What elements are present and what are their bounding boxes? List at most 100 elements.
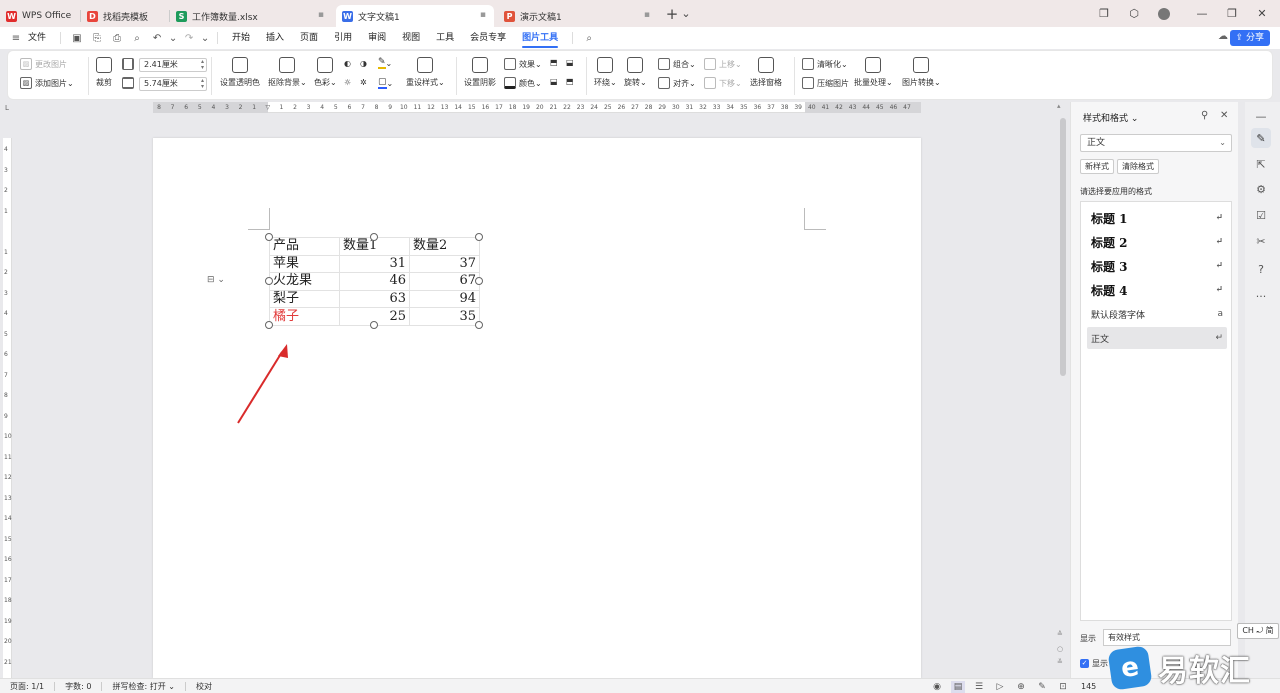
effects-button[interactable]: 效果 ⌄ <box>504 58 542 70</box>
zoom-level[interactable]: 145 <box>1081 682 1096 691</box>
table-cell[interactable]: 产品 <box>269 237 340 256</box>
print-preview-icon[interactable]: ⌕ <box>129 30 145 46</box>
page-view-icon[interactable]: ▤ <box>951 680 965 693</box>
more-icon[interactable]: ··· <box>1251 286 1271 306</box>
web-view-icon[interactable]: ⊕ <box>1014 681 1028 693</box>
pin-icon[interactable]: ⚲ <box>1201 110 1208 121</box>
selection-pane-button[interactable]: 选择窗格 <box>750 57 782 88</box>
width-input[interactable]: 5.74厘米 ▴ ▾ <box>139 77 207 91</box>
menu-review[interactable]: 审阅 <box>360 27 394 49</box>
collapse-icon[interactable]: — <box>1251 106 1271 126</box>
resize-handle[interactable] <box>370 233 378 241</box>
menu-member[interactable]: 会员专享 <box>462 27 514 49</box>
crop-button[interactable]: 裁剪 <box>96 57 112 88</box>
menu-page[interactable]: 页面 <box>292 27 326 49</box>
shadow-up-icon[interactable]: ⬒ <box>550 58 558 67</box>
border-color-button[interactable]: ▢ ⌄ <box>378 77 393 89</box>
share-button[interactable]: ⇪ 分享 <box>1229 30 1270 46</box>
redo-icon[interactable]: ↷ <box>181 30 197 46</box>
search-icon[interactable]: ⌕ <box>581 30 597 46</box>
brightness-up-icon[interactable]: ☼ <box>344 78 351 87</box>
table-options-icon[interactable]: ⊟ ⌄ <box>207 275 225 285</box>
set-transparent-button[interactable]: 设置透明色 <box>220 57 260 88</box>
property-icon[interactable]: ⚙ <box>1251 179 1271 199</box>
change-picture-button[interactable]: ▨ 更改图片 <box>20 58 67 70</box>
tab-spreadsheet[interactable]: S 工作簿数量.xlsx ▪ <box>170 5 332 27</box>
ime-indicator[interactable]: CH ⤾ 简 <box>1237 623 1279 639</box>
doc-check-icon[interactable]: ☑ <box>1251 205 1271 225</box>
group-button[interactable]: 组合 ⌄ <box>658 58 696 70</box>
outline-color-button[interactable]: ✎ ⌄ <box>378 57 392 69</box>
fit-page-icon[interactable]: ⊡ <box>1056 681 1070 693</box>
show-preview-checkbox[interactable]: ✓ 显示 <box>1080 658 1108 669</box>
hamburger-icon[interactable]: ≡ <box>8 30 24 46</box>
clear-format-button[interactable]: 清除格式 <box>1117 159 1159 174</box>
cloud-sync-icon[interactable]: ☁ <box>1218 31 1228 42</box>
table-cell[interactable]: 46 <box>339 272 410 291</box>
menu-references[interactable]: 引用 <box>326 27 360 49</box>
menu-tools[interactable]: 工具 <box>428 27 462 49</box>
wrap-button[interactable]: 环绕⌄ <box>594 57 617 88</box>
data-table[interactable]: 产品 数量1 数量2 苹果 31 37 火龙果 46 67 梨子 63 94 橘… <box>269 237 480 326</box>
restore-icon[interactable]: ❐ <box>1220 4 1244 24</box>
table-cell[interactable]: 火龙果 <box>269 272 340 291</box>
save-icon[interactable]: ▣ <box>69 30 85 46</box>
table-cell[interactable]: 梨子 <box>269 289 340 309</box>
tab-list-button[interactable]: ⌄ <box>680 4 692 24</box>
table-cell-highlighted[interactable]: 橘子 <box>269 307 340 326</box>
minimize-icon[interactable]: — <box>1190 4 1214 24</box>
fill-color-button[interactable]: 颜色 ⌄ <box>504 77 542 89</box>
table-cell[interactable]: 苹果 <box>269 254 340 274</box>
vertical-scrollbar[interactable] <box>1060 118 1066 376</box>
ruler-corner[interactable]: L <box>5 104 9 112</box>
remove-background-button[interactable]: 抠除背景⌄ <box>268 57 307 88</box>
menu-file[interactable]: 文件 <box>26 27 54 49</box>
resize-handle[interactable] <box>475 233 483 241</box>
style-item-heading1[interactable]: 标题 1 ↵ <box>1087 207 1227 229</box>
shadow-button[interactable]: 设置阴影 <box>464 57 496 88</box>
scroll-page-down-icon[interactable]: ≚ <box>1057 658 1063 666</box>
resize-handle[interactable] <box>475 277 483 285</box>
new-tab-button[interactable]: + <box>664 4 680 24</box>
page-count[interactable]: 页面: 1/1 <box>10 681 44 692</box>
scroll-up-icon[interactable]: ▴ <box>1057 102 1061 110</box>
current-style-select[interactable]: 正文 ⌄ <box>1080 134 1232 152</box>
shadow-right-icon[interactable]: ⬓ <box>566 58 574 67</box>
style-item-default-font[interactable]: 默认段落字体 a <box>1087 303 1227 325</box>
resize-handle[interactable] <box>265 277 273 285</box>
close-window-icon[interactable]: ✕ <box>1250 4 1274 24</box>
height-spinner[interactable]: ▴ ▾ <box>201 59 204 71</box>
customize-dropdown-icon[interactable]: ⌄ <box>201 30 209 46</box>
print-icon[interactable]: ⎙ <box>109 30 125 46</box>
menu-view[interactable]: 视图 <box>394 27 428 49</box>
close-icon[interactable]: ▪ <box>480 10 486 20</box>
table-cell[interactable]: 67 <box>409 272 480 291</box>
menu-home[interactable]: 开始 <box>224 27 258 49</box>
spell-check-toggle[interactable]: 拼写检查: 打开 ⌄ <box>112 681 175 692</box>
width-spinner[interactable]: ▴ ▾ <box>201 78 204 90</box>
pane-title[interactable]: 样式和格式 ⌄ <box>1083 111 1138 124</box>
scroll-browse-icon[interactable]: ○ <box>1057 645 1063 653</box>
eye-icon[interactable]: ◉ <box>930 681 944 693</box>
pen-mode-icon[interactable]: ✎ <box>1035 681 1049 693</box>
color-button[interactable]: 色彩⌄ <box>314 57 337 88</box>
style-item-heading3[interactable]: 标题 3 ↵ <box>1087 255 1227 277</box>
style-edit-icon[interactable]: ✎ <box>1251 128 1271 148</box>
table-cell[interactable]: 63 <box>339 289 410 309</box>
resize-handle[interactable] <box>370 321 378 329</box>
reset-style-button[interactable]: 重设样式⌄ <box>406 57 445 88</box>
add-picture-button[interactable]: ▨ 添加图片 ⌄ <box>20 77 74 89</box>
contrast-increase-icon[interactable]: ◐ <box>344 59 351 68</box>
cube-icon[interactable]: ⬡ <box>1122 4 1146 24</box>
resize-handle[interactable] <box>265 233 273 241</box>
vertical-ruler[interactable]: 432112345678910111213141516171819202122 <box>3 138 12 686</box>
convert-picture-button[interactable]: 图片转换⌄ <box>902 57 941 88</box>
scroll-page-up-icon[interactable]: ≙ <box>1057 630 1063 638</box>
bring-forward-button[interactable]: 上移 ⌄ <box>704 58 742 70</box>
tab-writer-active[interactable]: W 文字文稿1 ▪ <box>336 5 494 27</box>
undo-icon[interactable]: ↶ <box>149 30 165 46</box>
close-icon[interactable]: ▪ <box>318 10 324 20</box>
select-cursor-icon[interactable]: ⇱ <box>1251 154 1271 174</box>
batch-process-button[interactable]: 批量处理⌄ <box>854 57 893 88</box>
menu-picture-tools[interactable]: 图片工具 <box>514 27 566 49</box>
